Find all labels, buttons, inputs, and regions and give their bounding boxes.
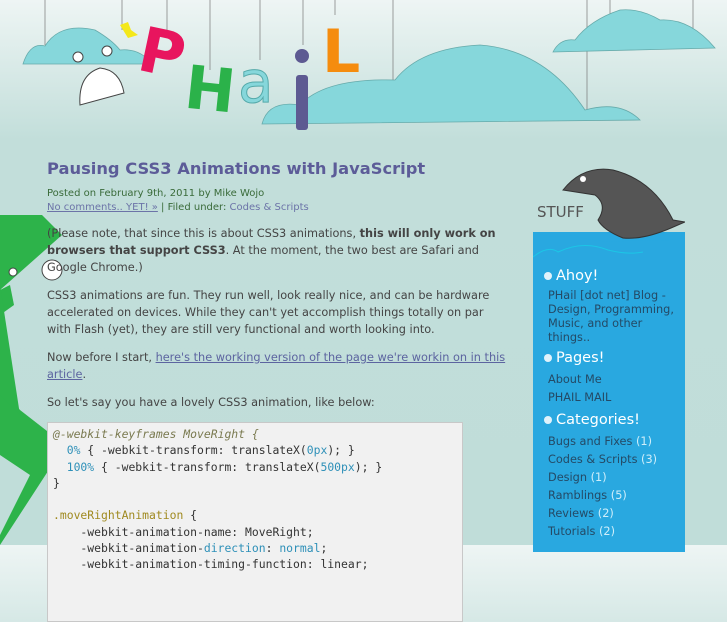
code	[53, 443, 67, 457]
post: Pausing CSS3 Animations with JavaScript …	[47, 160, 507, 622]
code: -webkit-animation-	[53, 541, 204, 556]
post-meta: Posted on February 9th, 2011 by Mike Woj…	[47, 187, 507, 214]
stuff-label: STUFF	[537, 203, 584, 221]
code: -webkit-animation-timing-function: linea…	[53, 557, 369, 572]
bubble-icon	[544, 416, 552, 424]
sidebar: STUFF Ahoy! PHail [dot net] Blog - Desig…	[533, 160, 685, 552]
code: }	[53, 475, 60, 490]
paragraph-link: Now before I start, here's the working v…	[47, 349, 507, 383]
paragraph-note: (Please note, that since this is about C…	[47, 225, 507, 276]
blog-description: PHail [dot net] Blog - Design, Programmi…	[548, 289, 674, 344]
paragraph: So let's say you have a lovely CSS3 anim…	[47, 396, 375, 409]
category-count: (1)	[635, 435, 652, 448]
paragraph: CSS3 animations are fun. They run well, …	[47, 289, 490, 336]
filed-under-label: | Filed under:	[157, 201, 230, 213]
code: 0%	[66, 443, 81, 458]
code: 0px	[306, 443, 328, 458]
bubble-icon	[544, 272, 552, 280]
svg-text:L: L	[322, 17, 360, 87]
code: -webkit-animation-name: MoveRight;	[53, 524, 314, 539]
category-item: Codes & Scripts (3)	[548, 451, 683, 469]
category-link[interactable]: Reviews	[548, 507, 594, 520]
code: { -webkit-transform: translateX(	[94, 459, 321, 474]
heading-text: Categories!	[556, 412, 640, 428]
category-count: (3)	[641, 453, 658, 466]
category-link[interactable]: Bugs and Fixes	[548, 435, 632, 448]
category-count: (2)	[597, 507, 614, 520]
svg-text:P: P	[132, 13, 192, 94]
category-link[interactable]: Codes & Scripts	[230, 202, 309, 213]
by-label: by	[195, 188, 214, 199]
category-count: (2)	[599, 525, 616, 538]
code: ); }	[354, 459, 383, 474]
post-date: February 9th, 2011	[99, 188, 196, 199]
heading-text: Pages!	[556, 350, 605, 366]
posted-label: Posted on	[47, 188, 100, 199]
ahoy-heading: Ahoy!	[544, 267, 683, 285]
svg-text:a: a	[238, 48, 274, 116]
svg-text:H: H	[181, 53, 238, 128]
category-item: Ramblings (5)	[548, 487, 683, 505]
post-title[interactable]: Pausing CSS3 Animations with JavaScript	[47, 160, 507, 177]
text: Now before I start,	[47, 351, 156, 364]
category-count: (5)	[610, 489, 627, 502]
sidebar-content: Ahoy! PHail [dot net] Blog - Design, Pro…	[544, 265, 683, 541]
category-link[interactable]: Codes & Scripts	[548, 453, 637, 466]
category-link[interactable]: Design	[548, 471, 587, 484]
category-count: (1)	[590, 471, 607, 484]
code: direction	[203, 541, 266, 556]
text: .	[82, 368, 87, 381]
code: normal	[279, 541, 321, 556]
pages-heading: Pages!	[544, 349, 683, 367]
text: (Please note, that since this is about C…	[47, 227, 360, 240]
category-item: Bugs and Fixes (1)	[548, 433, 683, 451]
code-line: @-webkit-keyframes MoveRight {	[53, 427, 259, 441]
code: 100%	[66, 459, 95, 474]
code: 500px	[320, 459, 355, 474]
category-link[interactable]: Ramblings	[548, 489, 607, 502]
code	[53, 460, 67, 474]
category-item: Design (1)	[548, 469, 683, 487]
shark-icon: STUFF	[533, 168, 685, 270]
code: {	[183, 508, 198, 523]
site-header: P H a L	[0, 0, 727, 140]
bubble-icon	[544, 354, 552, 362]
page-link-about-me[interactable]: About Me	[548, 371, 683, 389]
phail-logo[interactable]: P H a L	[0, 0, 727, 140]
categories-heading: Categories!	[544, 411, 683, 429]
category-item: Tutorials (2)	[548, 523, 683, 541]
heading-text: Ahoy!	[556, 268, 599, 284]
category-link[interactable]: Tutorials	[548, 525, 595, 538]
code: :	[265, 541, 280, 556]
code-block: @-webkit-keyframes MoveRight { 0% { -web…	[47, 422, 463, 622]
comments-link[interactable]: No comments.. YET! »	[47, 202, 158, 213]
category-item: Reviews (2)	[548, 505, 683, 523]
code: { -webkit-transform: translateX(	[80, 443, 307, 458]
code: ); }	[327, 443, 355, 458]
code: ;	[320, 541, 328, 556]
post-author: Mike Wojo	[213, 188, 265, 199]
page-link-phail-mail[interactable]: PHAIL MAIL	[548, 389, 683, 407]
code: .moveRightAnimation	[53, 508, 184, 523]
category-list: Bugs and Fixes (1) Codes & Scripts (3) D…	[548, 433, 683, 541]
